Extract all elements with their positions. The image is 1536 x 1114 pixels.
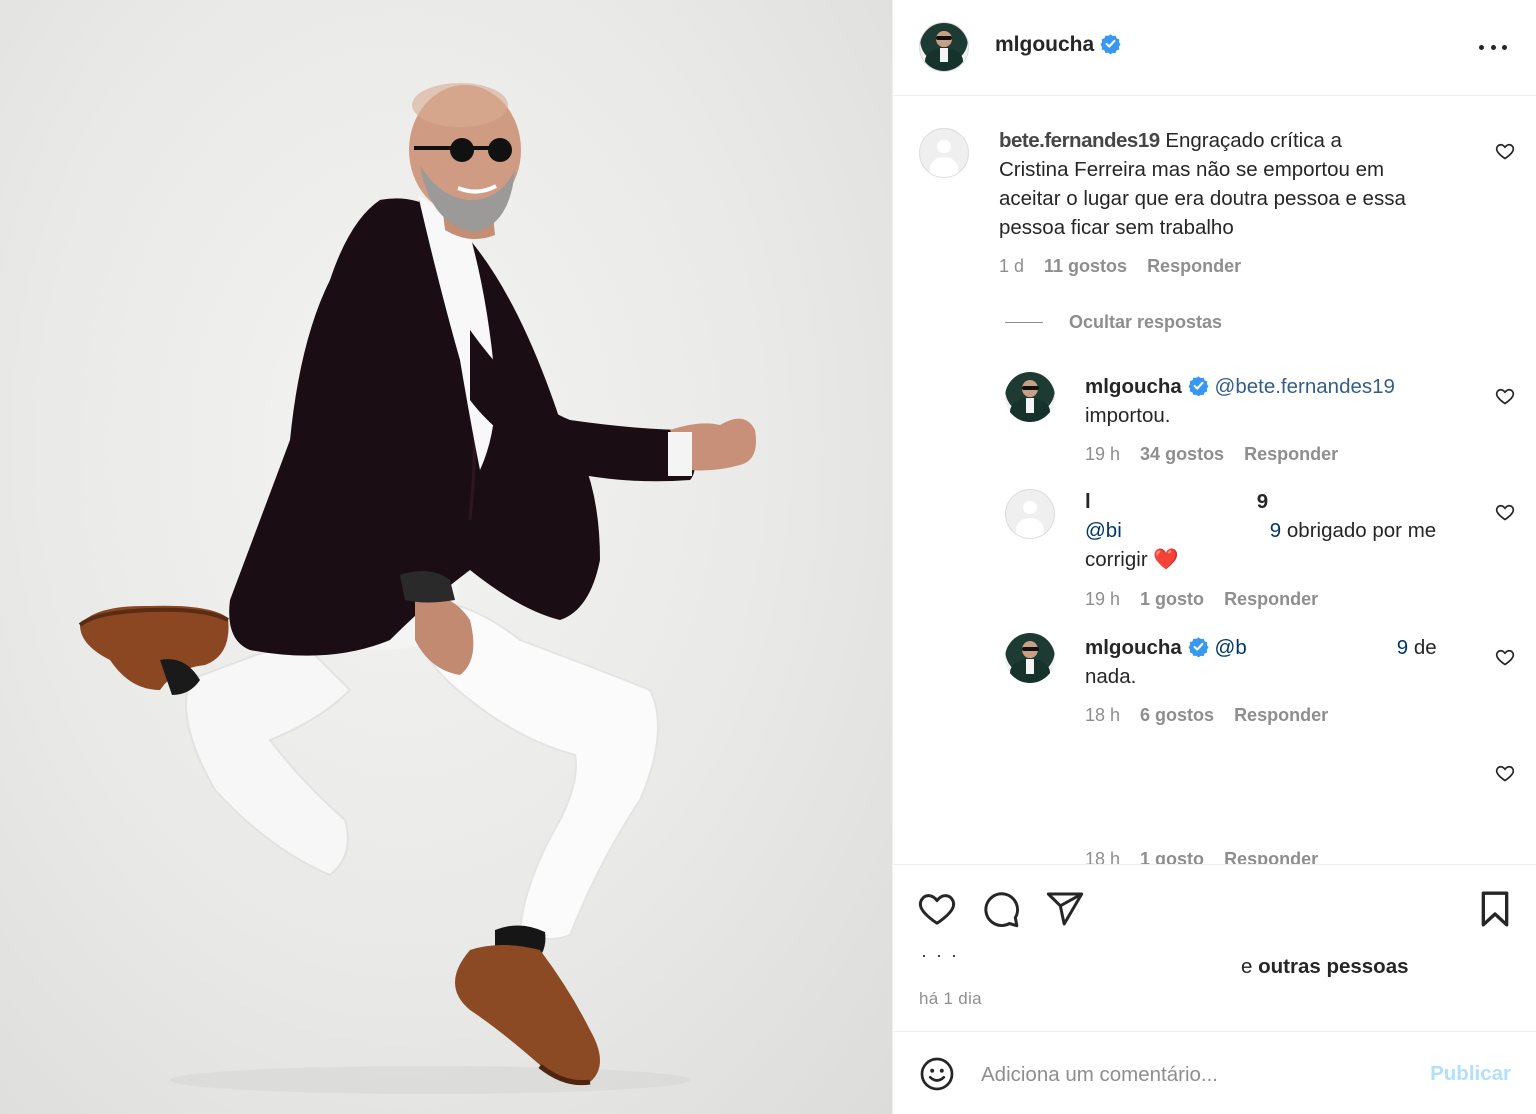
comment-text-line3: aceitar o lugar que era doutra pessoa e … bbox=[999, 187, 1406, 210]
bookmark-icon[interactable] bbox=[1475, 889, 1515, 929]
reply-mention[interactable]: @b bbox=[1215, 636, 1247, 659]
reply-body: mlgoucha @b 9 de nada. bbox=[1085, 633, 1475, 691]
more-options-icon[interactable] bbox=[1479, 36, 1507, 58]
reply-author-avatar[interactable] bbox=[1005, 489, 1055, 539]
reply-reply-button[interactable]: Responder bbox=[1234, 705, 1328, 726]
verified-badge-icon bbox=[1188, 637, 1209, 657]
comment-icon[interactable] bbox=[981, 889, 1021, 929]
reply-time[interactable]: 19 h bbox=[1085, 444, 1120, 465]
comment-input[interactable] bbox=[981, 1058, 1411, 1092]
share-icon[interactable] bbox=[1045, 889, 1085, 929]
reply-username[interactable]: mlgoucha bbox=[1085, 636, 1182, 659]
reply-text: importou. bbox=[1085, 404, 1171, 427]
reply-meta: 19 h 34 gostos Responder bbox=[1085, 444, 1338, 465]
reply-likes[interactable]: 34 gostos bbox=[1140, 444, 1224, 465]
reply-reply-button[interactable]: Responder bbox=[1224, 849, 1318, 864]
reply-username[interactable]: mlgoucha bbox=[1085, 375, 1182, 398]
reply-reply-button[interactable]: Responder bbox=[1224, 589, 1318, 610]
comment-like-heart-icon[interactable] bbox=[1495, 141, 1515, 161]
reply-mention[interactable]: @bi bbox=[1085, 519, 1122, 542]
reply-body: mlgoucha @bete.fernandes19 importou. bbox=[1085, 372, 1475, 430]
comment-text-line1: Engraçado crítica a bbox=[1165, 129, 1342, 152]
author-avatar[interactable] bbox=[919, 22, 969, 72]
reply-username-tail: 9 bbox=[1256, 490, 1269, 513]
reply-author-avatar[interactable] bbox=[1005, 372, 1055, 422]
reply-meta: 18 h 1 gosto Responder bbox=[1085, 849, 1318, 864]
reply-text-line2: nada. bbox=[1085, 665, 1137, 688]
comments-list[interactable]: bete.fernandes19 Engraçado crítica a Cri… bbox=[893, 96, 1536, 864]
verified-badge-icon bbox=[1100, 34, 1121, 54]
hide-replies-label[interactable]: Ocultar respostas bbox=[1069, 312, 1222, 333]
post-photo[interactable] bbox=[0, 0, 892, 1114]
reply-body: l 9 @bi 9 obrigado por me corrigir ❤️ bbox=[1085, 487, 1475, 574]
commenter-avatar[interactable] bbox=[919, 128, 969, 178]
emoji-icon[interactable] bbox=[919, 1056, 955, 1092]
reply-time[interactable]: 19 h bbox=[1085, 589, 1120, 610]
post-side-panel: mlgoucha bete.fernandes19 Engraçado crít… bbox=[892, 0, 1536, 1114]
commenter-username[interactable]: bete.fernandes19 bbox=[999, 129, 1160, 152]
comment-likes[interactable]: 11 gostos bbox=[1044, 256, 1127, 277]
reply-time[interactable]: 18 h bbox=[1085, 705, 1120, 726]
post-actions: · · · e outras pessoas há 1 dia bbox=[893, 864, 1536, 1032]
reply-likes[interactable]: 6 gostos bbox=[1140, 705, 1214, 726]
likers-avatars[interactable]: · · · bbox=[921, 945, 959, 966]
reply-likes[interactable]: 1 gosto bbox=[1140, 589, 1204, 610]
reply-mention[interactable]: @bete.fernandes19 bbox=[1215, 375, 1395, 398]
hide-replies-divider bbox=[1005, 322, 1043, 323]
reply-like-heart-icon[interactable] bbox=[1495, 763, 1515, 783]
reply-time[interactable]: 18 h bbox=[1085, 849, 1120, 864]
comment-time[interactable]: 1 d bbox=[999, 256, 1024, 277]
reply-reply-button[interactable]: Responder bbox=[1244, 444, 1338, 465]
author-username-row[interactable]: mlgoucha bbox=[995, 33, 1121, 57]
reply-text: de bbox=[1413, 636, 1437, 659]
reply-text-line2: corrigir bbox=[1085, 548, 1148, 571]
post-photo-illustration bbox=[78, 83, 756, 1094]
comment-text-line2: Cristina Ferreira mas não se emportou em bbox=[999, 158, 1385, 181]
post-timestamp[interactable]: há 1 dia bbox=[919, 989, 982, 1009]
comment-reply-button[interactable]: Responder bbox=[1147, 256, 1241, 277]
reply-like-heart-icon[interactable] bbox=[1495, 647, 1515, 667]
post-header: mlgoucha bbox=[893, 0, 1536, 96]
likes-others-link[interactable]: outras pessoas bbox=[1258, 955, 1408, 978]
reply-like-heart-icon[interactable] bbox=[1495, 386, 1515, 406]
likes-summary[interactable]: e outras pessoas bbox=[1241, 955, 1409, 979]
comment-meta: 1 d 11 gostos Responder bbox=[999, 256, 1241, 277]
reply-text: obrigado por me bbox=[1286, 519, 1437, 542]
reply-meta: 18 h 6 gostos Responder bbox=[1085, 705, 1328, 726]
add-comment-bar: Publicar bbox=[893, 1032, 1536, 1114]
likes-prefix: e bbox=[1241, 955, 1253, 978]
reply-mention-tail: 9 bbox=[1269, 519, 1282, 542]
publish-button[interactable]: Publicar bbox=[1430, 1062, 1511, 1086]
reply-mention-tail: 9 bbox=[1396, 636, 1409, 659]
reply-meta: 19 h 1 gosto Responder bbox=[1085, 589, 1318, 610]
author-username[interactable]: mlgoucha bbox=[995, 33, 1094, 56]
comment-body: bete.fernandes19 Engraçado crítica a Cri… bbox=[999, 126, 1479, 242]
verified-badge-icon bbox=[1188, 376, 1209, 396]
hide-replies-button[interactable]: Ocultar respostas bbox=[1005, 312, 1222, 333]
reply-likes[interactable]: 1 gosto bbox=[1140, 849, 1204, 864]
reply-username[interactable]: l bbox=[1085, 490, 1091, 513]
reply-author-avatar[interactable] bbox=[1005, 633, 1055, 683]
comment-text-line4: pessoa ficar sem trabalho bbox=[999, 216, 1234, 239]
heart-emoji: ❤️ bbox=[1153, 548, 1179, 571]
heart-icon[interactable] bbox=[917, 889, 957, 929]
reply-like-heart-icon[interactable] bbox=[1495, 502, 1515, 522]
